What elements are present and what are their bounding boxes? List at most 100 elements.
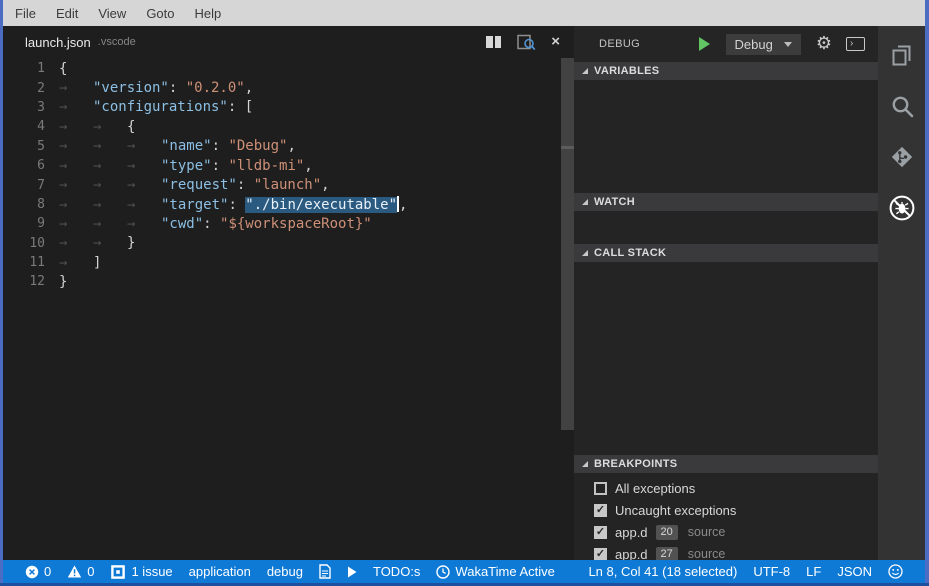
debug-config-dropdown[interactable]: Debug bbox=[726, 34, 801, 55]
gear-icon[interactable]: ⚙ bbox=[816, 35, 832, 53]
section-expand-icon bbox=[582, 461, 588, 467]
breakpoint-checkbox[interactable]: ✓ bbox=[594, 504, 607, 517]
line-number[interactable]: 10 bbox=[3, 236, 49, 251]
status-item-application[interactable]: application bbox=[181, 564, 259, 579]
debug-config-label: Debug bbox=[735, 37, 773, 52]
error-icon bbox=[25, 565, 39, 579]
window-border-right bbox=[925, 0, 929, 583]
json-punctuation: { bbox=[127, 119, 135, 135]
tab-whitespace-icon: → bbox=[59, 197, 93, 213]
debug-toolbar: DEBUG Debug ⚙ › bbox=[574, 26, 878, 62]
section-header-call-stack[interactable]: CALL STACK bbox=[574, 244, 878, 262]
breakpoint-checkbox[interactable]: ✓ bbox=[594, 548, 607, 561]
console-icon[interactable]: › bbox=[846, 37, 865, 51]
line-number[interactable]: 4 bbox=[3, 119, 49, 134]
line-number[interactable]: 7 bbox=[3, 178, 49, 193]
section-header-breakpoints[interactable]: BREAKPOINTS bbox=[574, 455, 878, 473]
menu-item-goto[interactable]: Goto bbox=[136, 6, 184, 21]
files-icon[interactable] bbox=[888, 41, 916, 69]
status-item-debug[interactable]: debug bbox=[259, 564, 311, 579]
line-number[interactable]: 2 bbox=[3, 81, 49, 96]
line-content: →"configurations": [ bbox=[59, 99, 253, 115]
json-string: "0.2.0" bbox=[186, 80, 245, 96]
status-item-utf-8[interactable]: UTF-8 bbox=[745, 564, 798, 579]
menu-item-view[interactable]: View bbox=[88, 6, 136, 21]
line-number[interactable]: 6 bbox=[3, 158, 49, 173]
breakpoint-row[interactable]: ✓ Uncaught exceptions bbox=[574, 499, 878, 521]
json-punctuation: : bbox=[212, 158, 229, 174]
line-number[interactable]: 5 bbox=[3, 139, 49, 154]
tab-whitespace-icon: → bbox=[59, 216, 93, 232]
editor-scrollbar[interactable] bbox=[561, 58, 574, 430]
editor: launch.json .vscode × 1 {2 → "version": "0.… bbox=[3, 26, 574, 560]
breakpoint-row[interactable]: ✓app.d20source bbox=[574, 521, 878, 543]
tab-whitespace-icon: → bbox=[127, 138, 161, 154]
code-editor[interactable]: 1{2→"version": "0.2.0",3→"configurations… bbox=[3, 58, 574, 560]
line-content: →→{ bbox=[59, 119, 135, 135]
status-item-doc-icon[interactable] bbox=[311, 564, 339, 579]
menu-item-help[interactable]: Help bbox=[185, 6, 232, 21]
breakpoint-checkbox[interactable] bbox=[594, 482, 607, 495]
status-item-0[interactable]: 0 bbox=[59, 564, 102, 579]
json-punctuation: , bbox=[304, 158, 312, 174]
json-punctuation: , bbox=[399, 197, 407, 213]
section-header-variables[interactable]: VARIABLES bbox=[574, 62, 878, 80]
git-icon[interactable] bbox=[888, 143, 916, 171]
line-number-badge: 20 bbox=[656, 525, 678, 540]
start-debug-button[interactable] bbox=[699, 37, 710, 51]
status-bar: 0 0 1 issue application debug TODO:s WakaTime … bbox=[3, 560, 925, 583]
json-key: "configurations" bbox=[93, 99, 228, 115]
json-punctuation: , bbox=[245, 80, 253, 96]
status-item-label: TODO:s bbox=[373, 564, 420, 579]
breakpoint-checkbox[interactable]: ✓ bbox=[594, 526, 607, 539]
breakpoint-origin: source bbox=[688, 547, 726, 560]
split-editor-icon[interactable] bbox=[485, 35, 502, 49]
breakpoint-row[interactable]: ✓app.d27source bbox=[574, 543, 878, 560]
close-icon[interactable]: × bbox=[551, 35, 560, 49]
status-item-0[interactable]: 0 bbox=[17, 564, 59, 579]
json-punctuation: ] bbox=[93, 255, 101, 271]
json-string: "${workspaceRoot}" bbox=[220, 216, 372, 232]
status-item-play-icon[interactable] bbox=[339, 566, 365, 578]
open-preview-icon[interactable] bbox=[517, 34, 536, 51]
code-line: 8→→→"target": "./bin/executable", bbox=[3, 195, 574, 214]
code-line: 4 →→{ bbox=[3, 117, 574, 136]
editor-titlebar: launch.json .vscode × bbox=[3, 26, 574, 58]
activity-bar bbox=[878, 26, 925, 560]
breakpoint-row[interactable]: All exceptions bbox=[574, 477, 878, 499]
status-item-lf[interactable]: LF bbox=[798, 564, 829, 579]
line-number[interactable]: 9 bbox=[3, 216, 49, 231]
menu-item-edit[interactable]: Edit bbox=[46, 6, 88, 21]
json-string: "Debug" bbox=[228, 138, 287, 154]
issues-icon bbox=[110, 564, 126, 580]
section-header-watch[interactable]: WATCH bbox=[574, 193, 878, 211]
json-key: "version" bbox=[93, 80, 169, 96]
line-content: } bbox=[59, 274, 67, 290]
search-icon[interactable] bbox=[888, 92, 916, 120]
status-item-label: application bbox=[189, 564, 251, 579]
json-punctuation: , bbox=[321, 177, 329, 193]
warning-icon bbox=[67, 565, 82, 578]
line-number[interactable]: 12 bbox=[3, 274, 49, 289]
editor-tab-title[interactable]: launch.json bbox=[25, 35, 91, 50]
breakpoint-label: Uncaught exceptions bbox=[615, 503, 736, 518]
status-left-group: 0 0 1 issue application debug TODO:s WakaTime … bbox=[17, 564, 563, 580]
line-number[interactable]: 3 bbox=[3, 100, 49, 115]
status-item-ln-8-col-41-18-selected[interactable]: Ln 8, Col 41 (18 selected) bbox=[580, 564, 745, 579]
menu-item-file[interactable]: File bbox=[5, 6, 46, 21]
status-item-json[interactable]: JSON bbox=[829, 564, 880, 579]
line-number[interactable]: 1 bbox=[3, 61, 49, 76]
breakpoint-label: app.d bbox=[615, 525, 648, 540]
line-number[interactable]: 11 bbox=[3, 255, 49, 270]
status-item-1-issue[interactable]: 1 issue bbox=[102, 564, 180, 580]
status-item-wakatime-active[interactable]: WakaTime Active bbox=[428, 564, 562, 579]
status-item-label: 0 bbox=[87, 564, 94, 579]
code-line: 9→→→"cwd": "${workspaceRoot}" bbox=[3, 214, 574, 233]
status-item-smiley-icon[interactable] bbox=[880, 564, 911, 579]
status-item-todo-s[interactable]: TODO:s bbox=[365, 564, 428, 579]
tab-whitespace-icon: → bbox=[93, 197, 127, 213]
line-number[interactable]: 8 bbox=[3, 197, 49, 212]
tab-whitespace-icon: → bbox=[127, 216, 161, 232]
json-key: "target" bbox=[161, 197, 228, 213]
debug-icon[interactable] bbox=[888, 194, 916, 222]
